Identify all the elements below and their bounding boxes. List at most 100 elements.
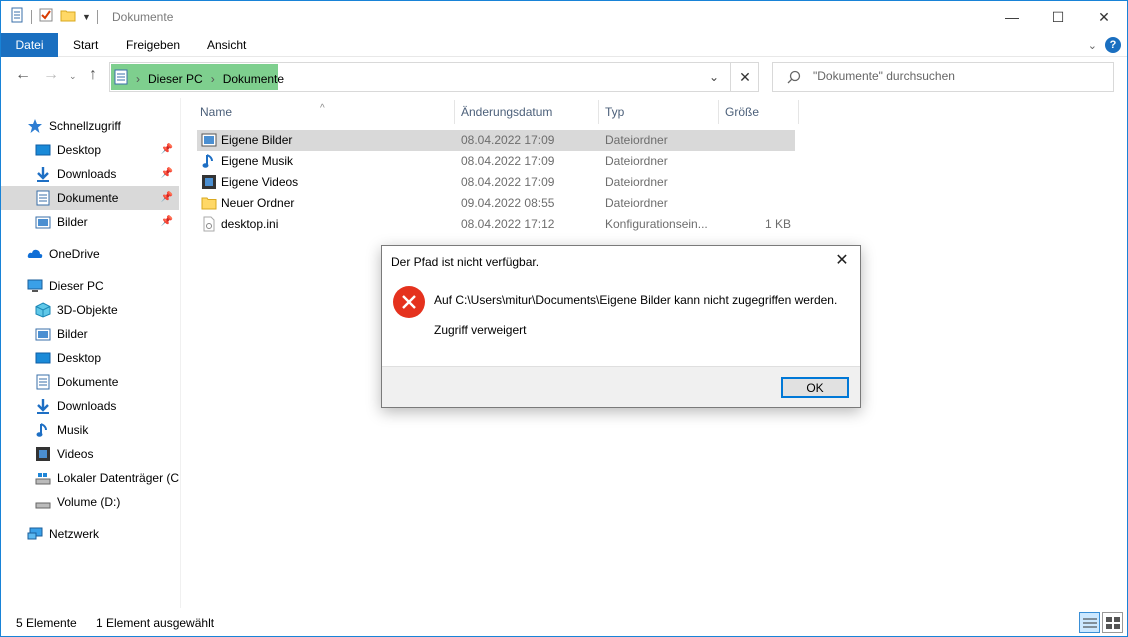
desktop-icon <box>35 142 51 158</box>
toolbar-separator <box>96 9 98 24</box>
sort-ascending-icon: ^ <box>320 103 325 114</box>
checkmark-properties-icon[interactable] <box>38 7 54 26</box>
dialog-title: Der Pfad ist nicht verfügbar. <box>391 255 540 269</box>
maximize-button[interactable]: ☐ <box>1035 1 1081 33</box>
recent-locations-chevron-icon[interactable]: ⌄ <box>69 71 77 82</box>
file-name: Neuer Ordner <box>221 196 295 210</box>
chevron-down-icon[interactable]: ▼ <box>82 12 91 22</box>
file-type: Dateiordner <box>605 133 668 147</box>
sidebar-item-bilder[interactable]: Bilder 📌 <box>1 210 179 234</box>
minimize-button[interactable]: — <box>989 1 1035 33</box>
sidebar-item-dokumente[interactable]: Dokumente 📌 <box>1 186 179 210</box>
column-label: Name <box>200 105 233 119</box>
breadcrumb-separator: › <box>210 71 215 86</box>
column-header-size[interactable]: Größe <box>707 98 759 126</box>
column-header-date[interactable]: Änderungsdatum <box>443 98 552 126</box>
sidebar-item-desktop[interactable]: Desktop 📌 <box>1 138 179 162</box>
forward-arrow-icon[interactable]: → <box>43 66 59 84</box>
folder-icon <box>201 195 217 211</box>
sidebar-item-downloads-pc[interactable]: Downloads <box>1 394 179 418</box>
sidebar-item-label: Schnellzugriff <box>49 119 121 133</box>
sidebar-item-downloads[interactable]: Downloads 📌 <box>1 162 179 186</box>
help-icon[interactable]: ? <box>1105 37 1121 53</box>
drive-icon <box>35 494 51 510</box>
search-input[interactable] <box>813 69 1103 83</box>
column-header-type[interactable]: Typ <box>587 98 624 126</box>
download-icon <box>35 166 51 182</box>
details-view-icon[interactable] <box>1079 612 1100 633</box>
dialog-footer: OK <box>382 366 860 407</box>
table-row[interactable]: Neuer Ordner 09.04.2022 08:55 Dateiordne… <box>197 193 795 214</box>
ok-button[interactable]: OK <box>781 377 849 398</box>
sidebar-item-label: Videos <box>57 447 94 461</box>
breadcrumb-separator: › <box>136 71 140 86</box>
column-label: Größe <box>725 105 760 119</box>
up-arrow-icon[interactable]: ↑ <box>89 66 97 84</box>
close-button[interactable]: ✕ <box>1081 1 1127 33</box>
sidebar-item-musik[interactable]: Musik <box>1 418 179 442</box>
file-name: desktop.ini <box>221 217 279 231</box>
video-folder-icon <box>201 174 217 190</box>
table-row[interactable]: Eigene Musik 08.04.2022 17:09 Dateiordne… <box>197 151 795 172</box>
pin-icon[interactable]: 📌 <box>161 192 173 203</box>
dialog-close-button[interactable]: ✕ <box>832 251 852 271</box>
drive-icon <box>35 470 51 486</box>
chevron-down-icon[interactable]: ⌄ <box>1088 39 1097 52</box>
sidebar-item-desktop-pc[interactable]: Desktop <box>1 346 179 370</box>
clear-address-icon[interactable]: ✕ <box>730 62 759 92</box>
table-row[interactable]: Eigene Bilder 08.04.2022 17:09 Dateiordn… <box>197 130 795 151</box>
cube-icon <box>35 302 51 318</box>
address-bar[interactable]: › Dieser PC › Dokumente ⌄ <box>109 62 759 92</box>
sidebar-item-3d-objekte[interactable]: 3D-Objekte <box>1 298 179 322</box>
pictures-icon <box>35 214 51 230</box>
address-dropdown-chevron-icon[interactable]: ⌄ <box>700 63 728 91</box>
music-icon <box>35 422 51 438</box>
large-icons-view-icon[interactable] <box>1102 612 1123 633</box>
sidebar-item-lokaler-datentraeger[interactable]: Lokaler Datenträger (C:) <box>1 466 179 490</box>
sidebar-item-dokumente-pc[interactable]: Dokumente <box>1 370 179 394</box>
column-header-name[interactable]: Name ^ <box>182 98 325 126</box>
sidebar-item-dieser-pc[interactable]: Dieser PC <box>1 274 179 298</box>
document-icon <box>35 374 51 390</box>
table-row[interactable]: desktop.ini 08.04.2022 17:12 Konfigurati… <box>197 214 795 235</box>
file-type: Dateiordner <box>605 154 668 168</box>
settings-file-icon <box>201 216 217 232</box>
pin-icon[interactable]: 📌 <box>161 168 173 179</box>
column-separator[interactable] <box>798 100 799 124</box>
tab-start[interactable]: Start <box>73 33 98 57</box>
tab-datei[interactable]: Datei <box>1 33 58 57</box>
new-folder-icon[interactable] <box>60 7 76 26</box>
column-label: Typ <box>605 105 625 119</box>
sidebar-item-label: Dieser PC <box>49 279 104 293</box>
search-box[interactable] <box>772 62 1114 92</box>
sidebar-item-label: Netzwerk <box>49 527 100 541</box>
sidebar-item-volume-d[interactable]: Volume (D:) <box>1 490 179 514</box>
sidebar-item-schnellzugriff[interactable]: Schnellzugriff <box>1 114 179 138</box>
file-size: 1 KB <box>764 217 791 231</box>
explorer-window: ▼ Dokumente — ☐ ✕ Datei Start Freigeben … <box>0 0 1128 637</box>
file-name: Eigene Musik <box>221 154 294 168</box>
properties-icon[interactable] <box>9 7 25 26</box>
tab-ansicht[interactable]: Ansicht <box>207 33 246 57</box>
sidebar-item-bilder-pc[interactable]: Bilder <box>1 322 179 346</box>
back-arrow-icon[interactable]: ← <box>15 66 31 84</box>
breadcrumb-dokumente[interactable]: Dokumente <box>223 72 284 86</box>
tab-freigeben[interactable]: Freigeben <box>126 33 180 57</box>
sidebar-item-label: Desktop <box>57 351 102 365</box>
quick-access-toolbar: ▼ <box>9 7 98 26</box>
breadcrumb-dieser-pc[interactable]: Dieser PC <box>148 72 203 86</box>
download-icon <box>35 398 51 414</box>
sidebar-item-netzwerk[interactable]: Netzwerk <box>1 522 179 546</box>
sidebar-item-onedrive[interactable]: OneDrive <box>1 242 179 266</box>
sidebar-item-videos[interactable]: Videos <box>1 442 179 466</box>
table-row[interactable]: Eigene Videos 08.04.2022 17:09 Dateiordn… <box>197 172 795 193</box>
pin-icon[interactable]: 📌 <box>161 216 173 227</box>
file-date: 08.04.2022 17:09 <box>461 133 555 147</box>
dialog-detail: Zugriff verweigert <box>434 323 527 337</box>
document-icon <box>35 190 51 206</box>
file-name: Eigene Videos <box>221 175 299 189</box>
file-date: 08.04.2022 17:09 <box>461 175 555 189</box>
pin-icon[interactable]: 📌 <box>161 144 173 155</box>
sidebar-item-label: Bilder <box>57 327 88 341</box>
file-date: 09.04.2022 08:55 <box>461 196 555 210</box>
